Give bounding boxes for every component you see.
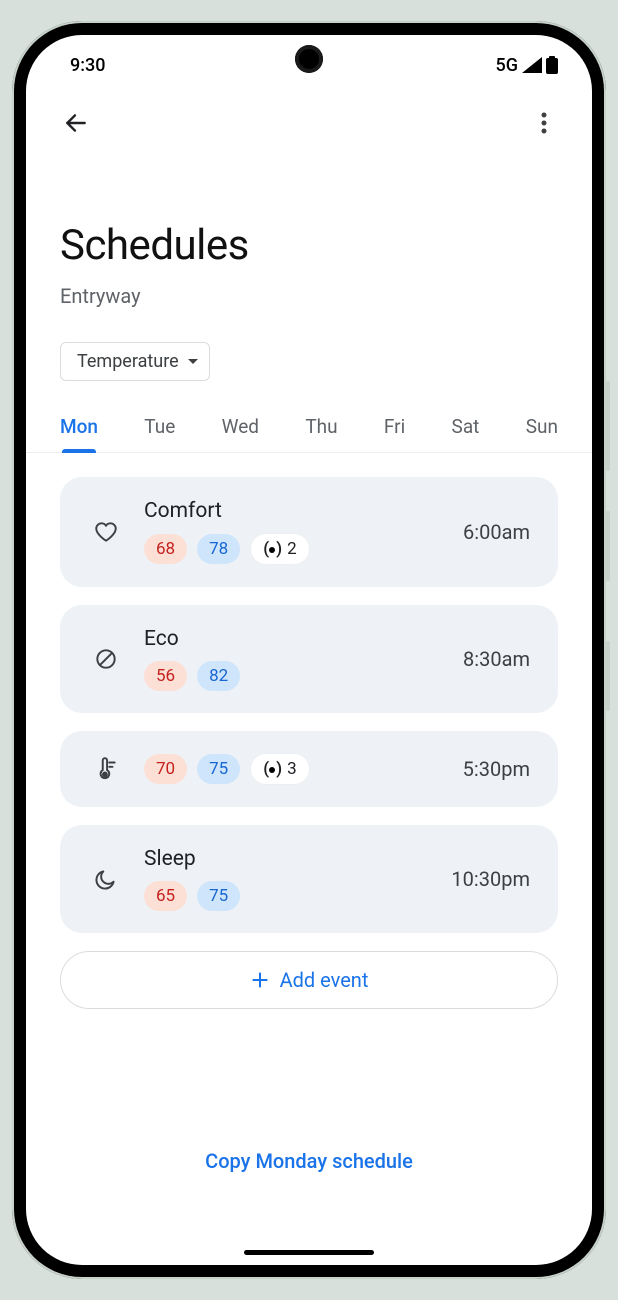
- event-body: Comfort 68 78 () 2: [144, 499, 463, 565]
- add-event-label: Add event: [280, 968, 369, 992]
- day-tab-tue[interactable]: Tue: [142, 407, 177, 452]
- event-name: Comfort: [144, 499, 463, 523]
- overflow-menu-button[interactable]: [524, 103, 564, 143]
- arrow-left-icon: [63, 110, 89, 136]
- event-icon: [88, 519, 124, 545]
- sensor-count: () 3: [250, 753, 309, 785]
- app-bar: [26, 95, 592, 151]
- page-header: Schedules Entryway: [26, 151, 592, 322]
- event-body: Sleep 65 75: [144, 847, 451, 911]
- screen: 9:30 5G Schedules Entryway Temperature: [26, 35, 592, 1265]
- side-button: [606, 511, 610, 581]
- cool-setpoint: 75: [197, 881, 240, 911]
- side-button: [606, 381, 610, 471]
- event-time: 5:30pm: [463, 757, 530, 781]
- event-card[interactable]: Comfort 68 78 () 2 6:00am: [60, 477, 558, 587]
- event-time: 8:30am: [463, 647, 530, 671]
- event-icon: [88, 866, 124, 892]
- event-body: 70 75 () 3: [144, 753, 463, 785]
- plus-icon: [250, 970, 270, 990]
- day-tab-mon[interactable]: Mon: [58, 407, 100, 452]
- day-tabs: Mon Tue Wed Thu Fri Sat Sun: [26, 389, 592, 453]
- network-label: 5G: [496, 55, 519, 76]
- add-event-button[interactable]: Add event: [60, 951, 558, 1009]
- day-tab-thu[interactable]: Thu: [303, 407, 339, 452]
- front-camera: [295, 45, 323, 73]
- cool-setpoint: 82: [197, 661, 240, 691]
- day-tab-sun[interactable]: Sun: [524, 407, 560, 452]
- event-icon: [88, 756, 124, 782]
- leaf-icon: [93, 646, 119, 672]
- dropdown-label: Temperature: [77, 351, 179, 372]
- event-name: Sleep: [144, 847, 451, 871]
- moon-icon: [93, 866, 119, 892]
- home-indicator: [244, 1250, 374, 1255]
- day-tab-sat[interactable]: Sat: [450, 407, 482, 452]
- battery-icon: [546, 56, 558, 74]
- temperature-pills: 70 75 () 3: [144, 753, 463, 785]
- status-time: 9:30: [70, 55, 105, 76]
- phone-frame: 9:30 5G Schedules Entryway Temperature: [12, 21, 606, 1279]
- event-card[interactable]: 70 75 () 3 5:30pm: [60, 731, 558, 807]
- heart-icon: [93, 519, 119, 545]
- event-time: 10:30pm: [451, 867, 530, 891]
- more-vert-icon: [541, 112, 547, 134]
- events-list: Comfort 68 78 () 2 6:00am Eco 56 82 8:30am 70 75 ()…: [26, 453, 592, 1019]
- event-name: Eco: [144, 627, 463, 651]
- temperature-pills: 56 82: [144, 661, 463, 691]
- page-title: Schedules: [60, 221, 558, 270]
- event-time: 6:00am: [463, 520, 530, 544]
- sensor-count: () 2: [250, 533, 309, 565]
- heat-setpoint: 70: [144, 754, 187, 784]
- temperature-pills: 65 75: [144, 881, 451, 911]
- status-right: 5G: [496, 55, 559, 76]
- day-tab-fri[interactable]: Fri: [382, 407, 407, 452]
- signal-icon: [522, 57, 542, 73]
- schedule-type-dropdown[interactable]: Temperature: [60, 342, 210, 381]
- thermometer-icon: [93, 756, 119, 782]
- heat-setpoint: 56: [144, 661, 187, 691]
- page-subtitle: Entryway: [60, 284, 558, 308]
- heat-setpoint: 68: [144, 534, 187, 564]
- event-body: Eco 56 82: [144, 627, 463, 691]
- cool-setpoint: 78: [197, 534, 240, 564]
- copy-schedule-button[interactable]: Copy Monday schedule: [26, 1019, 592, 1207]
- cool-setpoint: 75: [197, 754, 240, 784]
- back-button[interactable]: [56, 103, 96, 143]
- day-tab-wed[interactable]: Wed: [220, 407, 261, 452]
- side-button: [606, 641, 610, 711]
- event-card[interactable]: Eco 56 82 8:30am: [60, 605, 558, 713]
- caret-down-icon: [187, 358, 199, 366]
- event-icon: [88, 646, 124, 672]
- heat-setpoint: 65: [144, 881, 187, 911]
- event-card[interactable]: Sleep 65 75 10:30pm: [60, 825, 558, 933]
- temperature-pills: 68 78 () 2: [144, 533, 463, 565]
- filter-row: Temperature: [26, 322, 592, 389]
